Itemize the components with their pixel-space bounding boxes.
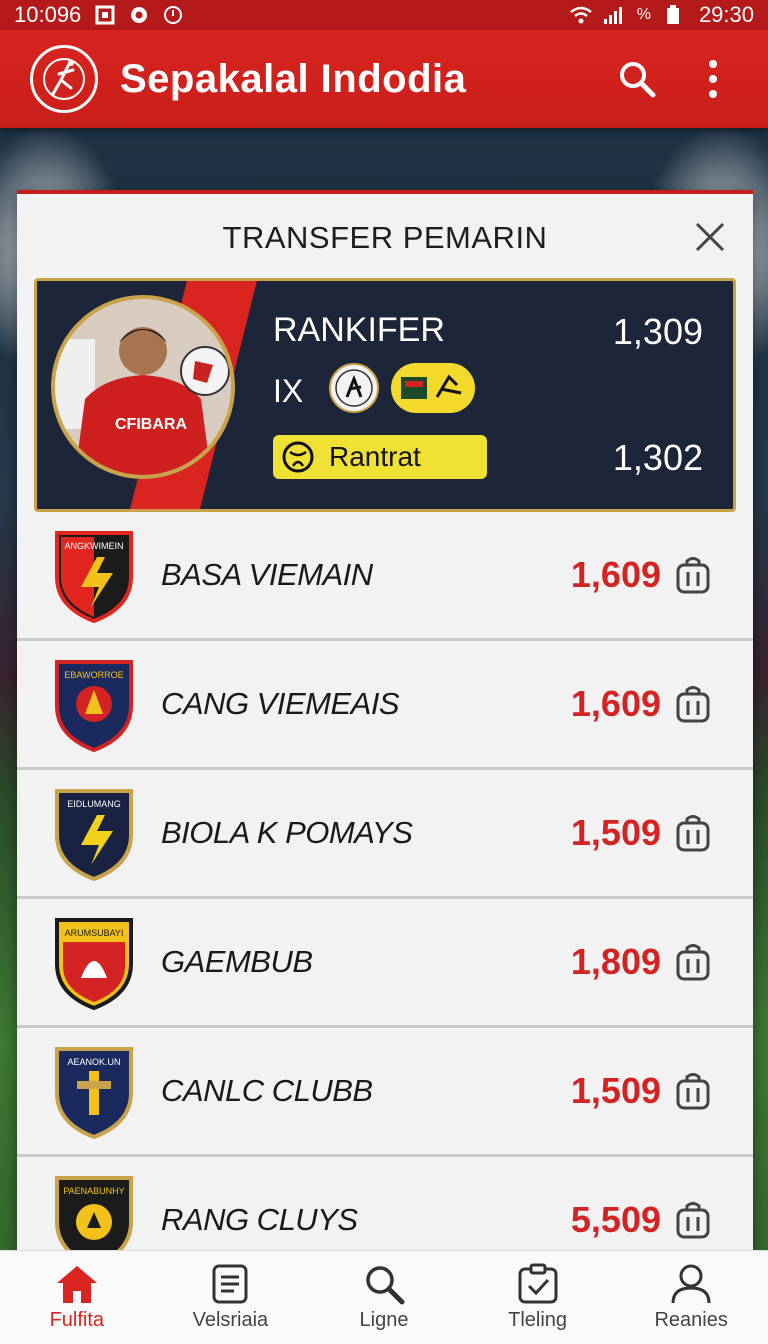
club-crest-icon: ARUMSUBAYI: [51, 914, 137, 1011]
notification-circle-icon: [129, 5, 149, 25]
search-button[interactable]: [612, 54, 662, 104]
club-name: RANG CLUYS: [161, 1202, 358, 1237]
player-value-top: 1,309: [612, 311, 703, 352]
club-price: 1,609: [570, 683, 661, 724]
football-icon: [282, 441, 314, 473]
jersey-text: CFIBARA: [115, 416, 187, 433]
status-time-left: 10:096: [14, 2, 82, 27]
close-icon: [695, 222, 725, 252]
nav-label: Velsriaia: [192, 1309, 269, 1331]
battery-percent: %: [636, 6, 651, 23]
battery-icon: [665, 5, 685, 25]
league-badge-icon: [391, 363, 475, 413]
list-item[interactable]: AEANOK.UN CANLC CLUBB 1,509: [17, 1028, 753, 1157]
nav-item-profile[interactable]: Reanies: [614, 1251, 768, 1344]
app-bar: Sepakalal Indodia: [0, 30, 768, 128]
shopping-bag-icon[interactable]: [675, 1071, 711, 1111]
search-icon: [366, 1266, 405, 1305]
svg-text:AEANOK.UN: AEANOK.UN: [67, 1057, 120, 1067]
profile-icon: [671, 1264, 711, 1304]
list-item[interactable]: ARUMSUBAYI GAEMBUB 1,809: [17, 899, 753, 1028]
club-crest-icon: EBAWORROE: [51, 656, 137, 753]
nav-item-documents[interactable]: Velsriaia: [154, 1251, 308, 1344]
player-value-bottom: 1,302: [612, 437, 703, 478]
shopping-bag-icon[interactable]: [675, 1200, 711, 1240]
svg-text:ARUMSUBAYI: ARUMSUBAYI: [65, 928, 124, 938]
nav-item-tasks[interactable]: Tleling: [461, 1251, 615, 1344]
more-vert-icon: [709, 60, 717, 98]
list-item[interactable]: PAENABUNHY RANG CLUYS 5,509: [17, 1157, 753, 1252]
club-crest-icon: EIDLUMANG: [51, 785, 137, 882]
panel-title: TRANSFER PEMARIN: [222, 220, 548, 255]
shopping-bag-icon[interactable]: [675, 813, 711, 853]
club-price: 1,609: [570, 554, 661, 595]
player-code: IX: [273, 373, 304, 409]
svg-text:EBAWORROE: EBAWORROE: [64, 670, 123, 680]
notification-square-icon: [95, 5, 115, 25]
club-name: CANG VIEMEAIS: [161, 686, 400, 721]
nav-label: Ligne: [359, 1309, 409, 1331]
status-time-right: 29:30: [698, 2, 754, 27]
club-price: 1,509: [570, 812, 661, 853]
clipboard-check-icon: [518, 1263, 558, 1304]
nav-item-home[interactable]: Fulfita: [0, 1251, 154, 1344]
club-price: 1,809: [570, 941, 661, 982]
club-list: ANGKWIMEIN BASA VIEMAIN 1,609 EBAWORROE …: [17, 512, 753, 1252]
contract-button[interactable]: Rantrat: [273, 435, 487, 479]
svg-text:ANGKWIMEIN: ANGKWIMEIN: [64, 541, 123, 551]
wifi-icon: [569, 5, 592, 25]
club-price: 1,509: [570, 1070, 661, 1111]
alarm-icon: [163, 5, 183, 25]
club-crest-icon: ANGKWIMEIN: [51, 527, 137, 624]
club-crest-icon: AEANOK.UN: [51, 1043, 137, 1140]
shopping-bag-icon[interactable]: [675, 684, 711, 724]
club-name: CANLC CLUBB: [161, 1073, 373, 1108]
nav-item-search[interactable]: Ligne: [307, 1251, 461, 1344]
list-item[interactable]: ANGKWIMEIN BASA VIEMAIN 1,609: [17, 512, 753, 641]
signal-icon: [603, 5, 623, 25]
document-icon: [212, 1264, 248, 1304]
list-item[interactable]: EIDLUMANG BIOLA K POMAYS 1,509: [17, 770, 753, 899]
transfer-panel: TRANSFER PEMARIN CFIBARA RANKIFER 1,309: [17, 190, 753, 1252]
featured-player-card[interactable]: CFIBARA RANKIFER 1,309 IX Rantrat 1,302: [34, 278, 736, 512]
app-logo-icon[interactable]: [30, 45, 98, 113]
search-icon: [620, 62, 656, 98]
nav-label: Tleling: [508, 1309, 568, 1331]
home-icon: [56, 1266, 97, 1303]
panel-header: TRANSFER PEMARIN: [17, 194, 753, 282]
contract-button-label: Rantrat: [329, 441, 421, 472]
status-bar: 10:096 % 29:30: [0, 0, 768, 30]
nav-label: Fulfita: [49, 1309, 105, 1331]
app-title: Sepakalal Indodia: [120, 56, 467, 101]
shopping-bag-icon[interactable]: [675, 555, 711, 595]
list-item[interactable]: EBAWORROE CANG VIEMEAIS 1,609: [17, 641, 753, 770]
bottom-navigation: Fulfita Velsriaia Ligne Tleling Reanies: [0, 1250, 768, 1344]
club-name: GAEMBUB: [161, 944, 313, 979]
more-options-button[interactable]: [688, 54, 738, 104]
svg-text:PAENABUNHY: PAENABUNHY: [63, 1186, 124, 1196]
shopping-bag-icon[interactable]: [675, 942, 711, 982]
club-price: 5,509: [570, 1199, 661, 1240]
club-crest-icon: PAENABUNHY: [51, 1172, 137, 1252]
player-name: RANKIFER: [273, 311, 445, 349]
close-button[interactable]: [693, 220, 727, 254]
club-badge-icon: [329, 363, 379, 413]
player-photo: CFIBARA: [51, 295, 235, 479]
nav-label: Reanies: [654, 1309, 728, 1331]
club-name: BIOLA K POMAYS: [161, 815, 413, 850]
svg-text:EIDLUMANG: EIDLUMANG: [67, 799, 121, 809]
club-name: BASA VIEMAIN: [161, 557, 373, 592]
